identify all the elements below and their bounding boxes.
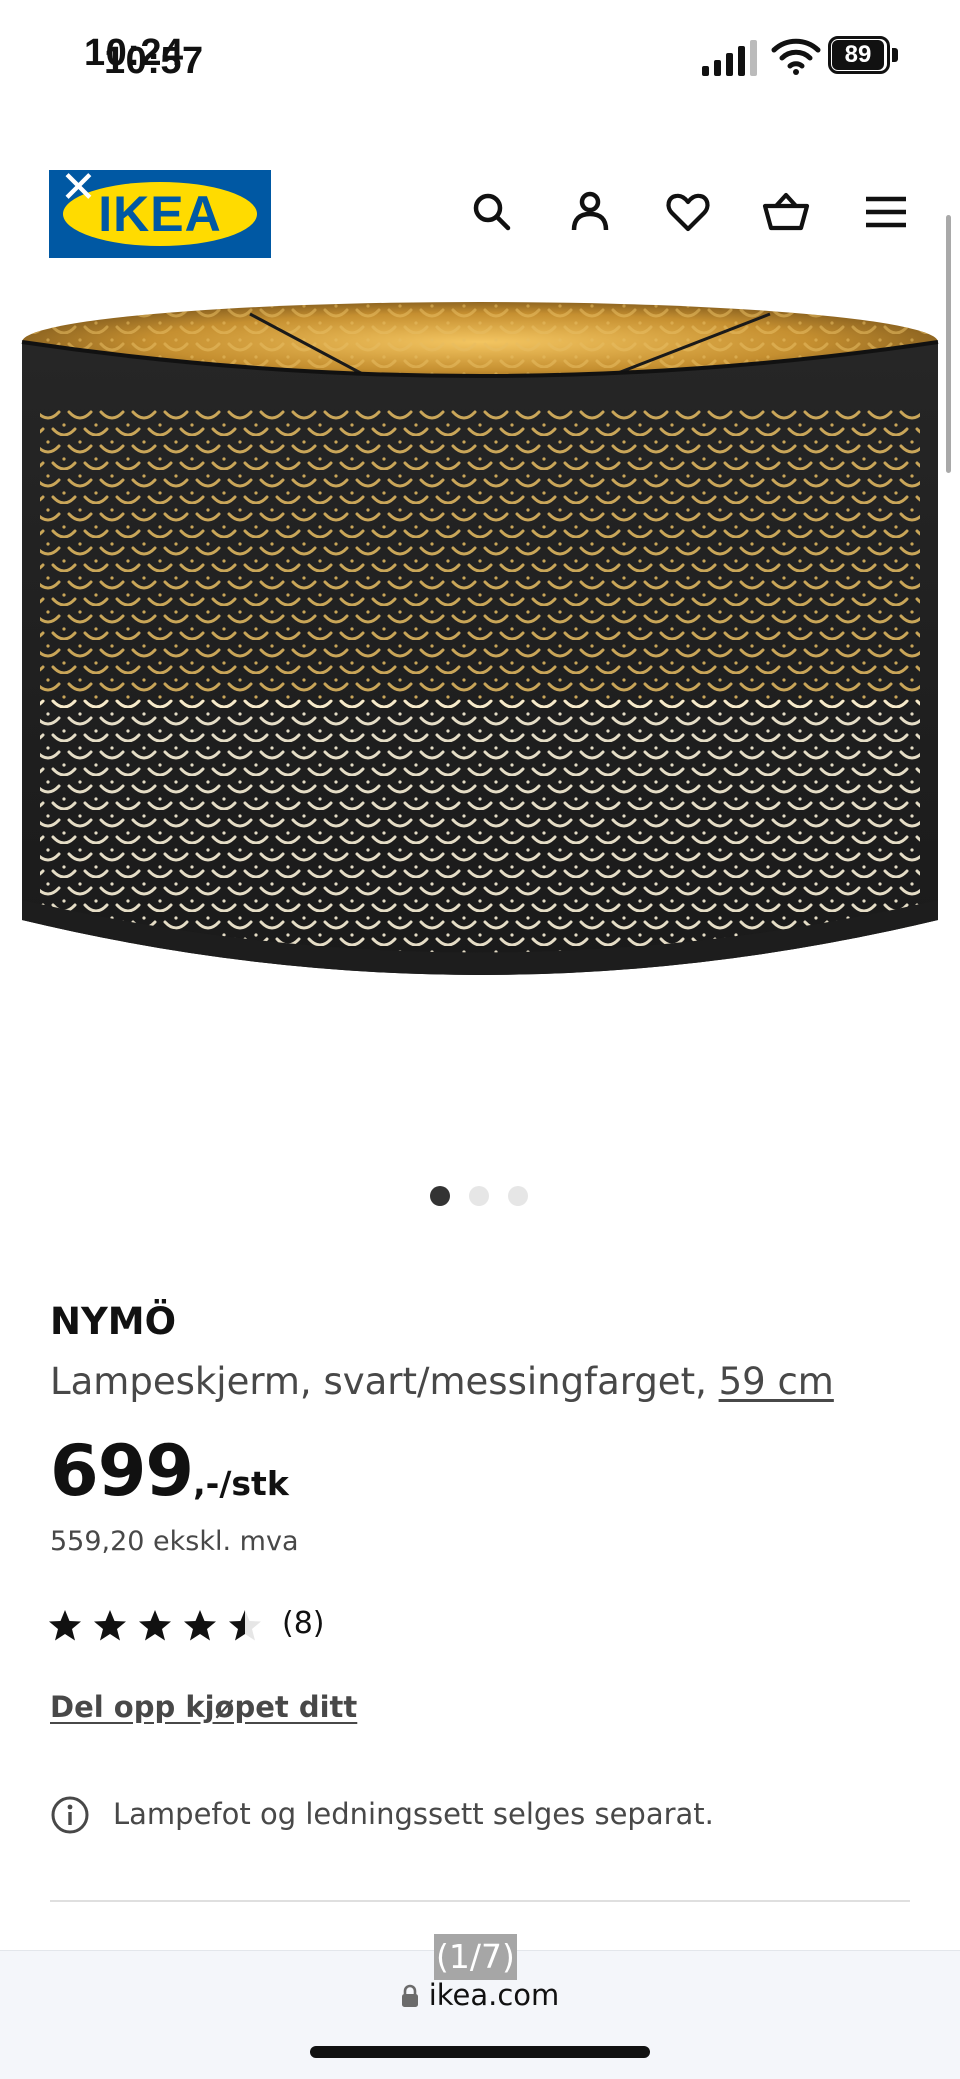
lock-icon <box>401 1984 418 2007</box>
status-time: 10:57 <box>104 40 204 82</box>
product-image[interactable] <box>0 300 960 1060</box>
url-text: ikea.com <box>428 1978 560 2012</box>
product-price: 699,-/stk <box>50 1430 289 1512</box>
page-counter: (1/7) <box>434 1934 517 1980</box>
battery-level: 89 <box>832 40 884 70</box>
signal-icon <box>702 40 757 76</box>
close-icon[interactable]: ✕ <box>60 166 97 210</box>
star-full-icon <box>139 1610 171 1641</box>
star-full-icon <box>184 1610 216 1641</box>
star-full-icon <box>94 1610 126 1641</box>
rating-stars[interactable] <box>48 1604 268 1648</box>
basket-icon[interactable] <box>762 188 810 236</box>
heart-icon[interactable] <box>664 188 712 236</box>
wifi-icon <box>771 38 821 75</box>
status-bar: 10:24 10:57 89 <box>0 0 960 110</box>
image-carousel-dots <box>0 1186 960 1208</box>
price-suffix: ,-/stk <box>193 1464 289 1503</box>
product-name: NYMÖ <box>50 1300 177 1343</box>
carousel-dot[interactable] <box>469 1186 489 1206</box>
battery-icon: 89 <box>828 36 902 76</box>
product-description: Lampeskjerm, svart/messingfarget, 59 cm <box>50 1360 834 1403</box>
price-amount: 699 <box>50 1430 194 1512</box>
product-size-link[interactable]: 59 cm <box>719 1360 834 1403</box>
price-ex-vat: 559,20 ekskl. mva <box>50 1526 299 1557</box>
info-icon <box>51 1796 89 1834</box>
menu-icon[interactable] <box>862 188 910 236</box>
divider <box>50 1900 910 1902</box>
star-full-icon <box>49 1610 81 1641</box>
account-icon[interactable] <box>566 188 614 236</box>
carousel-dot-active[interactable] <box>430 1186 450 1206</box>
url-display[interactable]: ikea.com <box>0 1978 960 2012</box>
split-payment-link[interactable]: Del opp kjøpet ditt <box>50 1690 357 1724</box>
search-icon[interactable] <box>468 188 516 236</box>
info-message: Lampefot og ledningssett selges separat. <box>113 1797 714 1831</box>
review-count[interactable]: (8) <box>282 1606 325 1641</box>
home-indicator[interactable] <box>310 2046 650 2058</box>
carousel-dot[interactable] <box>508 1186 528 1206</box>
product-description-text: Lampeskjerm, svart/messingfarget, <box>50 1360 719 1403</box>
